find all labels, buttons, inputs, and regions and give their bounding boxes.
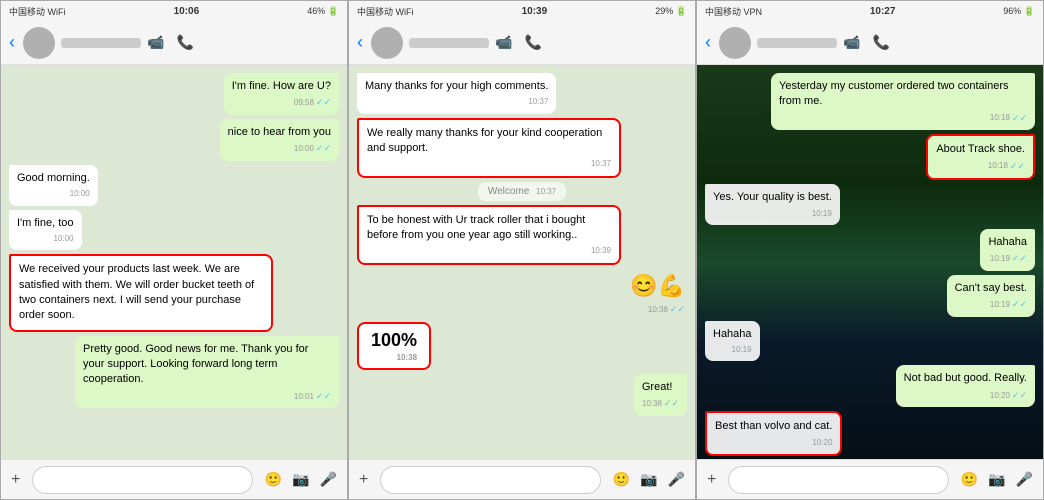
contact-name-2 (409, 38, 489, 48)
video-call-icon-3[interactable]: 📹 (843, 34, 860, 51)
message-p2m1: Many thanks for your high comments. 10:3… (357, 73, 556, 114)
camera-icon-2[interactable]: 📷 (640, 471, 657, 488)
message-p3m3: Yes. Your quality is best. 10:19 (705, 184, 840, 225)
mic-icon-2[interactable]: 🎤 (668, 471, 685, 488)
battery-1: 46% 🔋 (307, 6, 339, 17)
message-input-2[interactable] (380, 466, 600, 494)
sticker-icon-3[interactable]: 🙂 (961, 471, 978, 488)
bottom-right-icons-3: 🙂 📷 🎤 (961, 471, 1033, 488)
back-button-3[interactable]: ‹ (705, 32, 713, 53)
phone-1: 中国移动 WiFi 10:06 46% 🔋 ‹ 📹 📞 I'm fine. Ho… (0, 0, 348, 500)
message-p3m2: About Track shoe. 10:18✓✓ (926, 134, 1035, 180)
phone-call-icon-3[interactable]: 📞 (872, 34, 889, 51)
phone-3: 中国移动 VPN 10:27 96% 🔋 ‹ 📹 📞 Yesterday my … (696, 0, 1044, 500)
message-input-3[interactable] (728, 466, 948, 494)
contact-name-1 (61, 38, 141, 48)
time-2: 10:39 (522, 6, 548, 17)
chat-header-1: ‹ 📹 📞 (1, 21, 347, 65)
phone-call-icon-1[interactable]: 📞 (176, 34, 193, 51)
message-p3m5: Can't say best. 10:19✓✓ (947, 275, 1035, 317)
message-p3m6: Hahaha 10:19 (705, 321, 760, 362)
plus-icon-1[interactable]: + (11, 471, 20, 489)
phone-2: 中国移动 WiFi 10:39 29% 🔋 ‹ 📹 📞 Many thanks … (348, 0, 696, 500)
carrier-3: 中国移动 VPN (705, 5, 762, 18)
plus-icon-2[interactable]: + (359, 471, 368, 489)
contact-name-3 (757, 38, 837, 48)
bottom-right-icons-1: 🙂 📷 🎤 (265, 471, 337, 488)
chat-body-2: Many thanks for your high comments. 10:3… (349, 65, 695, 459)
carrier-2: 中国移动 WiFi (357, 5, 414, 18)
time-3: 10:27 (870, 6, 896, 17)
avatar-3 (719, 27, 751, 59)
chat-bottom-1: + 🙂 📷 🎤 (1, 459, 347, 499)
camera-icon-1[interactable]: 📷 (292, 471, 309, 488)
back-button-2[interactable]: ‹ (357, 32, 365, 53)
system-msg-welcome: Welcome 10:37 (478, 182, 566, 201)
back-button-1[interactable]: ‹ (9, 32, 17, 53)
header-icons-3: 📹 📞 (843, 34, 890, 51)
chat-header-3: ‹ 📹 📞 (697, 21, 1043, 65)
message-p1m3: Good morning. 10:00 (9, 165, 98, 206)
message-p1m1: I'm fine. How are U? 09:58 ✓✓ (224, 73, 339, 115)
header-icons-2: 📹 📞 (495, 34, 542, 51)
chat-body-1: I'm fine. How are U? 09:58 ✓✓ nice to he… (1, 65, 347, 459)
avatar-2 (371, 27, 403, 59)
mic-icon-3[interactable]: 🎤 (1016, 471, 1033, 488)
video-call-icon-1[interactable]: 📹 (147, 34, 164, 51)
battery-3: 96% 🔋 (1003, 6, 1035, 17)
chat-body-3: Yesterday my customer ordered two contai… (697, 65, 1043, 459)
message-p3m4: Hahaha 10:19✓✓ (980, 229, 1035, 271)
time-1: 10:06 (174, 6, 200, 17)
chat-bottom-3: + 🙂 📷 🎤 (697, 459, 1043, 499)
video-call-icon-2[interactable]: 📹 (495, 34, 512, 51)
plus-icon-3[interactable]: + (707, 471, 716, 489)
status-bar-1: 中国移动 WiFi 10:06 46% 🔋 (1, 1, 347, 21)
sticker-icon-2[interactable]: 🙂 (613, 471, 630, 488)
avatar-1 (23, 27, 55, 59)
message-p1m2: nice to hear from you 10:00 ✓✓ (220, 119, 339, 161)
message-p2m4: To be honest with Ur track roller that i… (357, 205, 621, 265)
bottom-right-icons-2: 🙂 📷 🎤 (613, 471, 685, 488)
sticker-icon-1[interactable]: 🙂 (265, 471, 282, 488)
phone-call-icon-2[interactable]: 📞 (524, 34, 541, 51)
message-p1m4: I'm fine, too 10:00 (9, 210, 82, 251)
header-icons-1: 📹 📞 (147, 34, 194, 51)
chat-header-2: ‹ 📹 📞 (349, 21, 695, 65)
message-p1m5: We received your products last week. We … (9, 254, 273, 332)
camera-icon-3[interactable]: 📷 (988, 471, 1005, 488)
chat-bottom-2: + 🙂 📷 🎤 (349, 459, 695, 499)
message-p2m2: We really many thanks for your kind coop… (357, 118, 621, 178)
status-bar-3: 中国移动 VPN 10:27 96% 🔋 (697, 1, 1043, 21)
message-p2m5: 😊💪 10:38✓✓ (628, 269, 687, 318)
message-p2m6: 100% 10:38 (357, 322, 431, 370)
message-p3m7: Not bad but good. Really. 10:20✓✓ (896, 365, 1035, 407)
battery-2: 29% 🔋 (655, 6, 687, 17)
mic-icon-1[interactable]: 🎤 (320, 471, 337, 488)
message-p3m8: Best than volvo and cat. 10:20 (705, 411, 842, 456)
message-p1m6: Pretty good. Good news for me. Thank you… (75, 336, 339, 409)
message-input-1[interactable] (32, 466, 252, 494)
message-p3m1: Yesterday my customer ordered two contai… (771, 73, 1035, 130)
carrier-1: 中国移动 WiFi (9, 5, 66, 18)
message-p2m7: Great! 10:38✓✓ (634, 374, 687, 416)
status-bar-2: 中国移动 WiFi 10:39 29% 🔋 (349, 1, 695, 21)
